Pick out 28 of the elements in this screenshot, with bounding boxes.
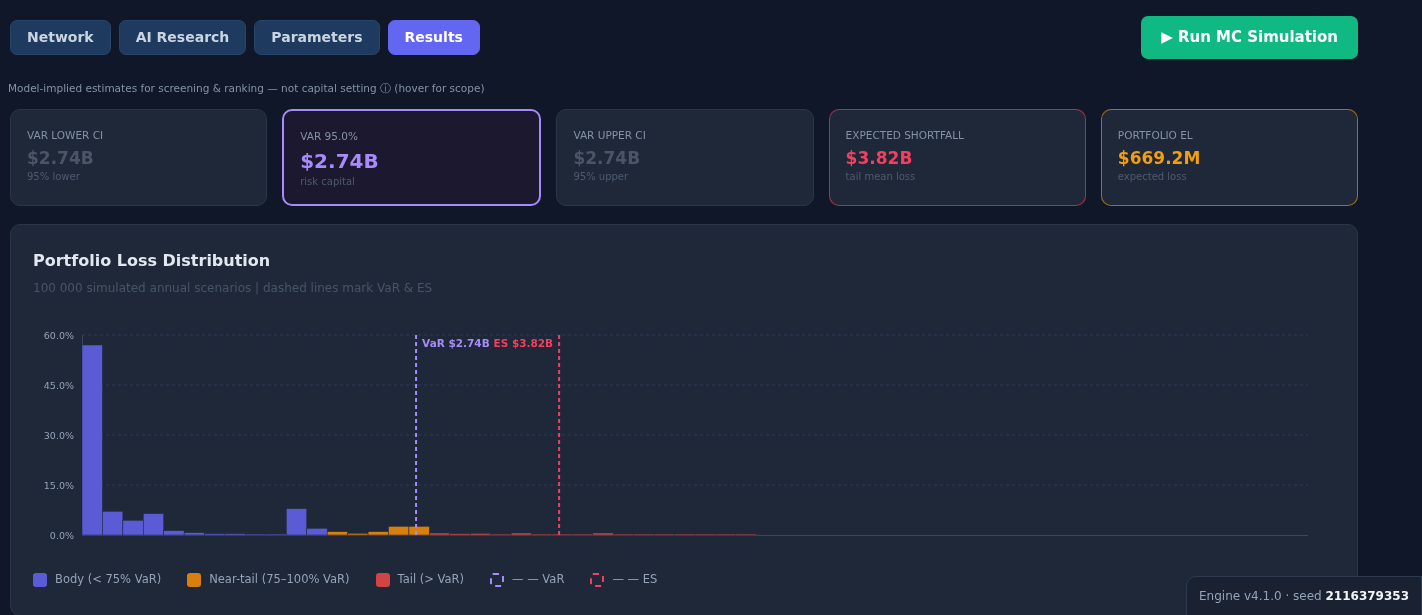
metric-note: risk capital	[300, 175, 356, 189]
tab[interactable]: AI Research	[118, 20, 247, 55]
metric-label: VAR UPPER CI	[573, 128, 647, 144]
metric-label: VAR LOWER CI	[27, 128, 105, 144]
metric-label: VAR 95.0%	[300, 129, 359, 145]
y-tick-label: 0.0%	[49, 529, 74, 541]
legend-label: — — ES	[612, 571, 658, 589]
threshold-label: ES $3.82B	[493, 337, 554, 350]
legend-label: Body (< 75% VaR)	[55, 571, 162, 589]
metric-value: $2.74B	[300, 148, 380, 174]
disclaimer-text: Model-implied estimates for screening & ranking — not capital setting ⓘ (hover for scope)	[8, 80, 486, 96]
y-tick-label: 45.0%	[43, 379, 74, 391]
panel-title: Portfolio Loss Distribution	[33, 250, 272, 273]
y-tick-label: 30.0%	[43, 429, 74, 441]
threshold-label: VaR $2.74B	[422, 337, 490, 350]
legend-label: Tail (> VaR)	[397, 571, 465, 589]
y-tick-label: 15.0%	[43, 479, 74, 491]
metric-value: $3.82B	[845, 147, 914, 170]
metric-value: $669.2M	[1117, 147, 1202, 170]
engine-info-text: Engine v4.1.0 · seed 2116379353	[1186, 576, 1422, 615]
metric-label: PORTFOLIO EL	[1117, 128, 1194, 144]
legend-label: Near-tail (75–100% VaR)	[209, 571, 350, 589]
tab[interactable]: Network	[10, 20, 111, 55]
y-tick-label: 60.0%	[43, 329, 74, 341]
tab[interactable]: Results	[387, 20, 480, 55]
legend-label: — — VaR	[512, 571, 565, 589]
metric-label: EXPECTED SHORTFALL	[845, 128, 965, 144]
tab[interactable]: Parameters	[254, 20, 380, 55]
